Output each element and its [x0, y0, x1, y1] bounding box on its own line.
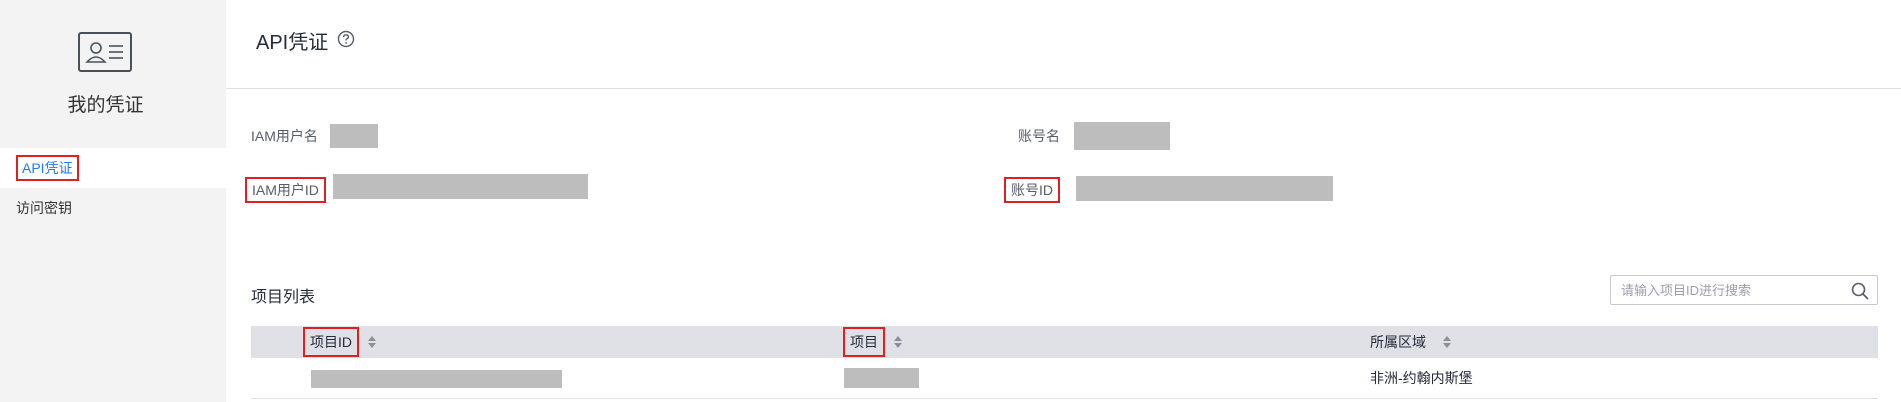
- id-card-icon: [78, 32, 132, 72]
- project-id-cell-redacted: [311, 370, 562, 388]
- sidebar-item-api-credentials[interactable]: API凭证: [0, 148, 226, 188]
- project-search-input[interactable]: [1610, 275, 1878, 305]
- sidebar-item-access-keys[interactable]: 访问密钥: [0, 188, 226, 228]
- column-header-label: 项目ID: [303, 327, 359, 357]
- account-name-label: 账号名: [1018, 128, 1060, 144]
- sort-icon[interactable]: [893, 335, 903, 349]
- project-list-title: 项目列表: [251, 289, 316, 306]
- question-circle-icon[interactable]: [337, 30, 355, 48]
- project-cell-redacted: [844, 368, 919, 388]
- region-cell: 非洲-约翰内斯堡: [1370, 370, 1473, 386]
- sidebar-title: 我的凭证: [67, 95, 144, 116]
- sidebar-item-label: API凭证: [16, 155, 79, 181]
- account-id-label: 账号ID: [1004, 177, 1060, 203]
- table-header: 项目ID 项目 所属区域: [251, 326, 1878, 358]
- sort-icon[interactable]: [367, 335, 377, 349]
- table-row: 非洲-约翰内斯堡: [251, 358, 1878, 399]
- iam-user-id-value-redacted: [333, 174, 588, 199]
- column-header-region[interactable]: 所属区域: [1370, 326, 1452, 358]
- column-header-project[interactable]: 项目: [843, 326, 903, 358]
- column-header-label: 项目: [843, 327, 885, 357]
- sort-icon[interactable]: [1442, 335, 1452, 349]
- sidebar: 我的凭证 API凭证 访问密钥: [0, 0, 226, 402]
- iam-user-id-label: IAM用户ID: [245, 177, 326, 203]
- page-header: API凭证: [226, 0, 1901, 89]
- column-header-project-id[interactable]: 项目ID: [303, 326, 377, 358]
- account-name-value-redacted: [1074, 122, 1170, 150]
- column-header-label: 所属区域: [1370, 334, 1426, 350]
- search-icon[interactable]: [1850, 281, 1870, 301]
- page-title: API凭证: [256, 32, 329, 54]
- iam-username-value-redacted: [330, 124, 378, 148]
- iam-username-label: IAM用户名: [251, 128, 318, 144]
- account-id-value-redacted: [1076, 176, 1333, 201]
- sidebar-item-label: 访问密钥: [16, 200, 72, 216]
